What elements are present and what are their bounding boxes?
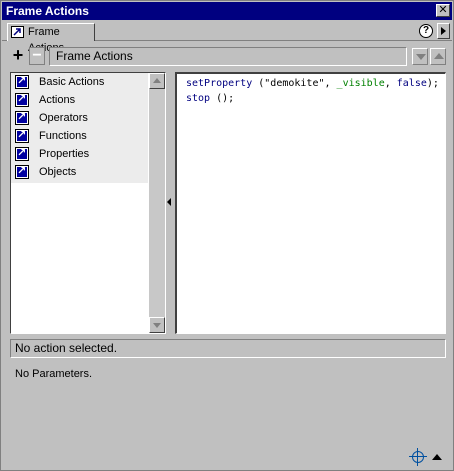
code-keyword: false — [396, 78, 427, 89]
script-editor[interactable]: setProperty ("demokite", _visible, false… — [175, 72, 446, 334]
parameters-text: No Parameters. — [15, 368, 93, 380]
toolbox-list: Basic Actions Actions Operators Function… — [11, 73, 148, 183]
title-bar[interactable]: Frame Actions ✕ — [2, 2, 452, 20]
remove-action-button[interactable]: − — [29, 47, 45, 65]
move-up-icon — [434, 53, 444, 59]
book-icon — [15, 146, 29, 161]
code-punct: (); — [210, 93, 235, 104]
toolbox-scrollbar[interactable] — [149, 73, 165, 333]
code-punct: ); — [426, 78, 439, 89]
toolbox-item-properties[interactable]: Properties — [11, 145, 148, 163]
panel-menu-button[interactable] — [437, 23, 450, 39]
book-icon — [15, 74, 29, 89]
code-punct: ( — [252, 78, 265, 89]
actions-toolbar: + − Frame Actions — [2, 45, 452, 69]
toolbox-item-objects[interactable]: Objects — [11, 163, 148, 181]
tab-bar: Frame Actions ? — [2, 21, 452, 54]
scroll-down-icon — [153, 323, 161, 328]
arrow-book-icon — [11, 26, 24, 38]
toolbox-item-label: Functions — [39, 130, 87, 142]
toolbox-item-label: Properties — [39, 148, 90, 160]
toolbox-item-label: Basic Actions — [39, 76, 105, 88]
code-function: setProperty — [186, 78, 253, 89]
help-button[interactable]: ? — [419, 24, 433, 38]
window-title: Frame Actions — [6, 4, 89, 18]
book-icon — [15, 164, 29, 179]
code-line[interactable]: stop (); — [186, 91, 445, 106]
collapse-parameters-icon[interactable] — [432, 454, 442, 460]
toolbox-item-operators[interactable]: Operators — [11, 109, 148, 127]
close-button[interactable]: ✕ — [436, 4, 450, 17]
move-down-button[interactable] — [412, 48, 428, 65]
add-action-button[interactable]: + — [10, 46, 26, 65]
toolbox-item-label: Actions — [39, 94, 76, 106]
collapse-left-icon — [167, 198, 171, 206]
tab-frame-actions[interactable]: Frame Actions — [7, 23, 95, 54]
action-status: No action selected. — [10, 339, 446, 358]
book-icon — [15, 110, 29, 125]
scroll-up-button[interactable] — [149, 73, 165, 89]
code-line[interactable]: setProperty ("demokite", _visible, false… — [186, 76, 445, 91]
code-property: _visible — [336, 78, 385, 89]
insert-target-path-icon[interactable] — [409, 448, 427, 466]
toolbox-item-basic-actions[interactable]: Basic Actions — [11, 73, 148, 91]
move-down-icon — [416, 54, 426, 60]
code-punct: , — [384, 78, 397, 89]
book-icon — [15, 92, 29, 107]
actions-toolbox: Basic Actions Actions Operators Function… — [10, 72, 166, 334]
toolbox-item-functions[interactable]: Functions — [11, 127, 148, 145]
frame-actions-window: Frame Actions ✕ Frame Actions ? + − Fram… — [0, 0, 454, 471]
toolbox-item-label: Objects — [39, 166, 77, 178]
code-string: "demokite" — [264, 78, 325, 89]
toolbox-item-actions[interactable]: Actions — [11, 91, 148, 109]
toolbox-item-label: Operators — [39, 112, 88, 124]
panel-splitter[interactable] — [167, 187, 173, 217]
book-icon — [15, 128, 29, 143]
current-action-label: Frame Actions — [49, 47, 407, 66]
scroll-down-button[interactable] — [149, 317, 165, 333]
move-up-button[interactable] — [430, 48, 446, 65]
panel-menu-arrow-icon — [441, 27, 446, 35]
code-punct: , — [324, 78, 337, 89]
code-function: stop — [186, 93, 211, 104]
scroll-up-icon — [153, 78, 161, 83]
